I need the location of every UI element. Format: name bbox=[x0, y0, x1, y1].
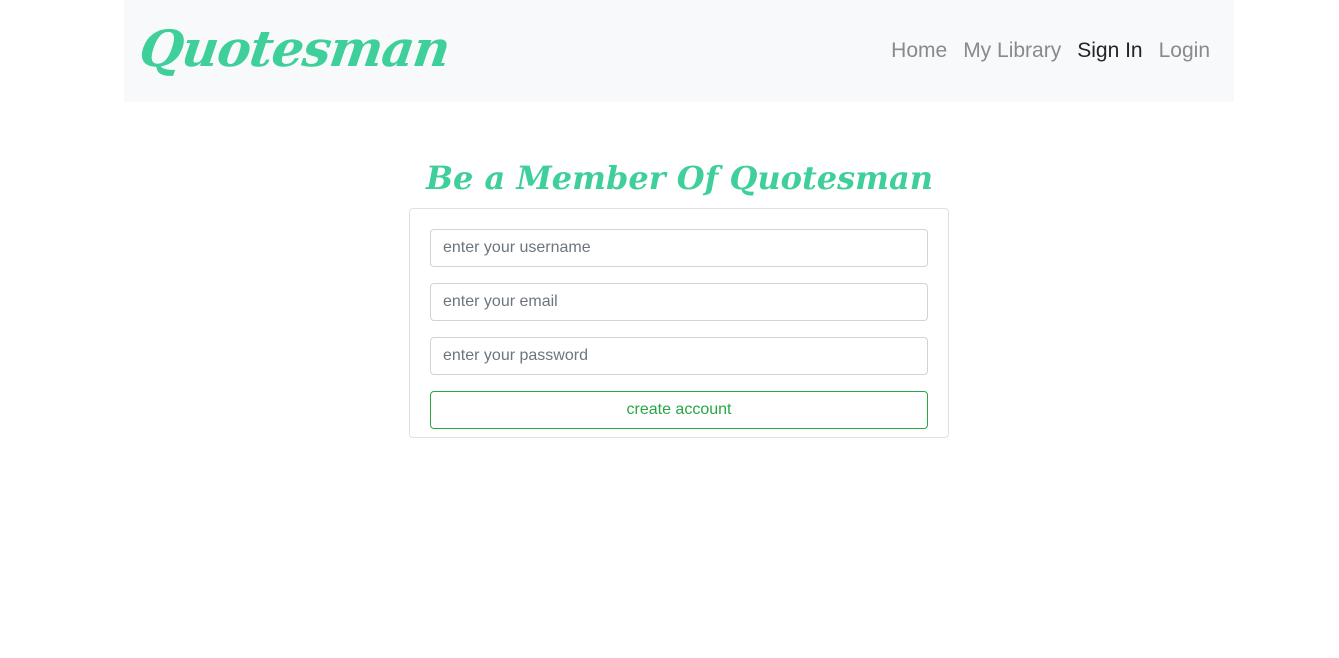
username-input[interactable] bbox=[430, 229, 928, 267]
password-input[interactable] bbox=[430, 337, 928, 375]
create-account-button[interactable]: create account bbox=[430, 391, 928, 429]
brand-logo[interactable]: Quotesman bbox=[135, 14, 454, 84]
email-input[interactable] bbox=[430, 283, 928, 321]
nav-link-sign-in[interactable]: Sign In bbox=[1077, 36, 1142, 66]
nav-link-login[interactable]: Login bbox=[1159, 36, 1210, 66]
nav-link-my-library[interactable]: My Library bbox=[963, 36, 1061, 66]
page-heading: Be a Member Of Quotesman bbox=[425, 159, 934, 197]
nav-link-home[interactable]: Home bbox=[891, 36, 947, 66]
navbar: Quotesman Home My Library Sign In Login bbox=[124, 0, 1234, 102]
signup-form: create account bbox=[409, 208, 949, 438]
nav-links: Home My Library Sign In Login bbox=[891, 36, 1210, 66]
